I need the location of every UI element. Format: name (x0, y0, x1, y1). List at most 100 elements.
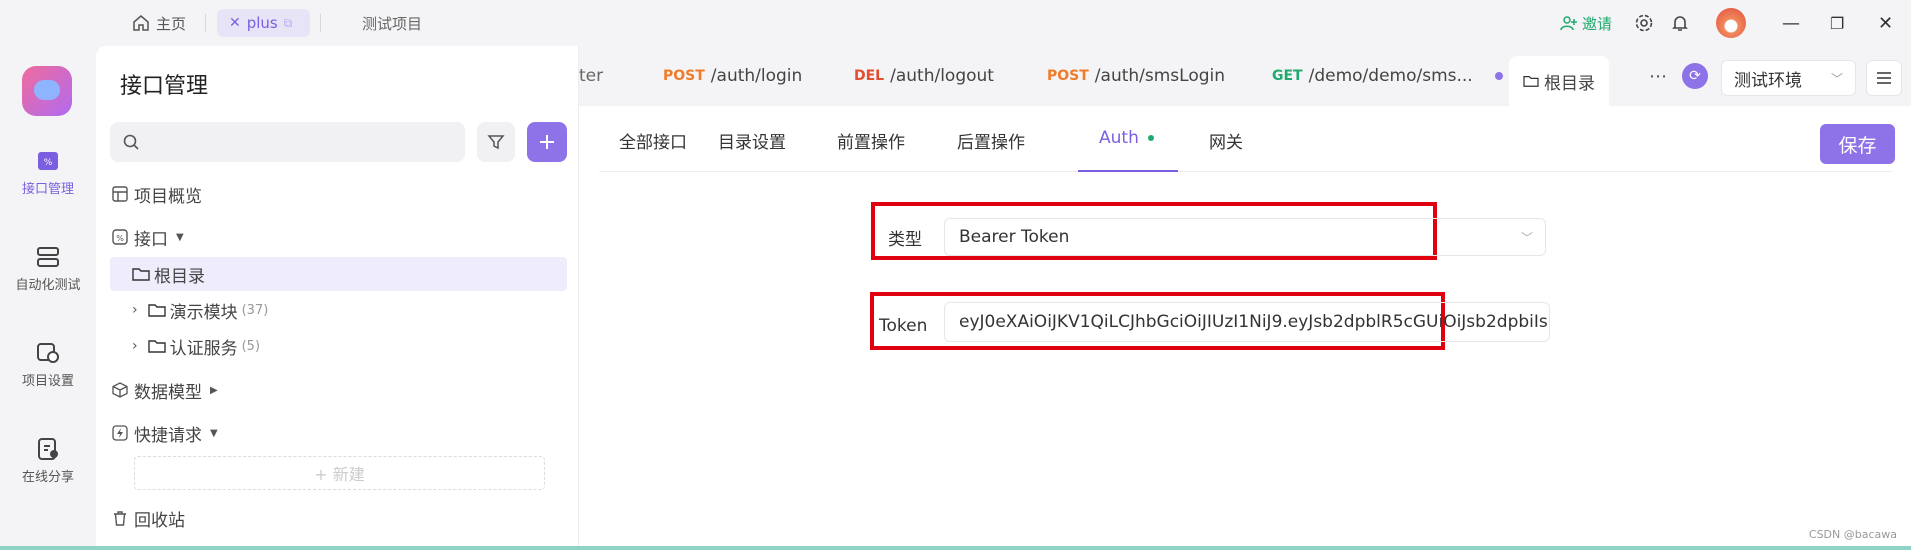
save-button[interactable]: 保存 (1820, 124, 1895, 164)
window-close-button[interactable]: ✕ (1878, 10, 1893, 36)
chevron-down-icon: ﹀ (1520, 230, 1533, 245)
tree-item-label: 认证服务 (169, 338, 238, 359)
save-button-label: 保存 (1838, 134, 1877, 157)
tab-post-processing[interactable]: 后置操作 (957, 128, 1025, 153)
project-tab[interactable]: 测试项目 (362, 9, 422, 37)
chevron-right-icon[interactable]: › (132, 302, 138, 318)
close-icon[interactable]: ✕ (229, 15, 241, 31)
tree-item-demo-module[interactable]: › 演示模块 (37) (110, 293, 567, 327)
tree-item-api[interactable]: % 接口 ▼ (110, 220, 567, 254)
folder-icon (132, 268, 150, 281)
invite-button[interactable]: 邀请 (1560, 10, 1612, 36)
chevron-down-icon: ﹀ (1830, 71, 1843, 86)
active-tab-indicator (1078, 170, 1178, 172)
environment-select[interactable]: 测试环境 ﹀ (1721, 60, 1856, 96)
request-tab[interactable]: DEL /auth/logout (854, 56, 994, 96)
chevron-right-icon[interactable]: › (132, 338, 138, 354)
tree-item-overview[interactable]: 项目概览 (110, 177, 567, 211)
minimize-button[interactable]: — (1782, 10, 1800, 36)
request-tab-path: /auth/smsLogin (1094, 66, 1226, 86)
avatar[interactable] (1716, 8, 1746, 38)
tab-directory-settings[interactable]: 目录设置 (718, 128, 786, 153)
method-badge: POST (663, 68, 705, 84)
request-tab-path: /demo/demo/sms... (1308, 66, 1473, 86)
token-input[interactable]: eyJ0eXAiOiJKV1QiLCJhbGciOiJIUzI1NiJ9.eyJ… (944, 302, 1550, 342)
sub-tabs: 全部接口 目录设置 前置操作 后置操作 Auth 网关 (599, 106, 1893, 172)
tree-item-recycle-bin[interactable]: 回收站 (110, 501, 567, 535)
add-user-icon (1560, 16, 1577, 31)
tree-item-label: 回收站 (134, 510, 185, 531)
tab-gateway[interactable]: 网关 (1209, 128, 1243, 153)
request-tab[interactable]: POST /auth/login (663, 56, 802, 96)
caret-down-icon[interactable]: ▼ (176, 232, 184, 243)
tree-item-label: 项目概览 (134, 186, 202, 207)
restore-button[interactable]: ❐ (1830, 10, 1844, 36)
external-link-icon[interactable]: ⧉ (284, 16, 293, 31)
sidebar: 接口管理 项目概览 % 接口 ▼ 根目录 › 演示模块 (37) › 认证服务 … (96, 46, 578, 550)
rail-item-project-settings[interactable]: 项目设置 (0, 342, 96, 389)
folder-icon (147, 304, 166, 317)
caret-right-icon[interactable]: ▶ (210, 385, 218, 396)
filter-button[interactable] (477, 122, 515, 162)
auth-type-select[interactable]: Bearer Token ﹀ (944, 218, 1546, 256)
request-tab-current[interactable]: 根目录 (1509, 56, 1609, 106)
hamburger-icon (1877, 72, 1891, 84)
rail-item-share[interactable]: 在线分享 (0, 438, 96, 485)
tree-item-quick-request[interactable]: 快捷请求 ▼ (110, 416, 567, 450)
tab-auth[interactable]: Auth (1099, 128, 1155, 148)
env-sync-button[interactable]: ⟳ (1682, 56, 1708, 96)
search-icon (123, 134, 139, 150)
request-tab[interactable]: GET /demo/demo/sms... (1272, 56, 1503, 96)
api-icon: % (38, 152, 58, 170)
folder-icon (147, 340, 166, 353)
tab-all-apis[interactable]: 全部接口 (619, 128, 687, 153)
plus-tab-label: plus (246, 14, 278, 32)
rail-item-label: 自动化测试 (15, 278, 81, 293)
status-dot (1148, 135, 1155, 141)
request-tab-path: /auth/login (710, 66, 803, 86)
sync-icon: ⟳ (1682, 63, 1708, 89)
tree-item-label: 根目录 (154, 266, 205, 287)
cube-icon (112, 382, 128, 398)
overview-icon (112, 186, 128, 202)
project-tab-label: 测试项目 (362, 14, 423, 33)
rail-item-api-management[interactable]: % 接口管理 (0, 150, 96, 197)
new-button-label: + 新建 (314, 465, 365, 484)
plus-tab[interactable]: ✕ plus ⧉ (217, 9, 310, 37)
request-tab[interactable]: ter (579, 56, 603, 96)
tree-item-data-model[interactable]: 数据模型 ▶ (110, 373, 567, 407)
menu-button[interactable] (1866, 60, 1902, 96)
share-icon (38, 438, 58, 460)
home-tab[interactable]: 主页 (132, 9, 186, 37)
plus-icon (540, 135, 554, 149)
trash-icon (114, 511, 126, 526)
request-tab-path: ter (579, 66, 604, 86)
rail-item-automation[interactable]: 自动化测试 (0, 246, 96, 293)
api-icon: % (112, 229, 128, 245)
tab-pre-processing[interactable]: 前置操作 (837, 128, 905, 153)
request-tab[interactable]: POST /auth/smsLogin (1047, 56, 1225, 96)
caret-down-icon[interactable]: ▼ (210, 428, 218, 439)
search-input[interactable] (110, 122, 465, 162)
automation-icon (37, 247, 59, 267)
method-badge: POST (1047, 68, 1089, 84)
request-tab-path: /auth/logout (890, 66, 994, 86)
auth-type-label: 类型 (888, 230, 922, 250)
request-tab-path: 根目录 (1544, 73, 1595, 94)
token-label: Token (879, 316, 928, 336)
new-button[interactable]: + 新建 (134, 456, 545, 490)
tree-item-root[interactable]: 根目录 (110, 257, 567, 291)
lightning-icon (112, 425, 128, 441)
tree-item-label: 接口 (134, 229, 168, 250)
tree-item-auth-service[interactable]: › 认证服务 (5) (110, 329, 567, 363)
project-settings-icon (37, 343, 59, 363)
more-tabs-button[interactable]: ⋯ (1649, 56, 1667, 96)
add-button[interactable] (527, 122, 567, 162)
folder-icon (1523, 76, 1539, 87)
notification-button[interactable] (1670, 10, 1690, 36)
tree-item-label: 数据模型 (134, 382, 202, 403)
settings-button[interactable] (1634, 10, 1654, 36)
filter-icon (487, 135, 505, 150)
gear-icon (1635, 14, 1653, 32)
more-icon: ⋯ (1649, 65, 1667, 87)
